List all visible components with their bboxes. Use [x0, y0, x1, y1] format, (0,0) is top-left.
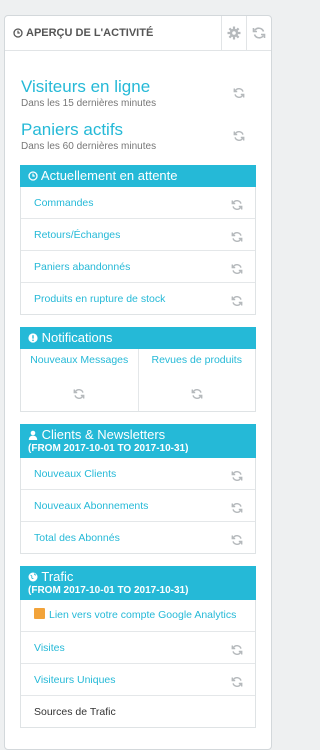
traffic-section-title: Trafic [41, 569, 74, 584]
pending-item-orders[interactable]: Commandes [21, 187, 255, 218]
notifications-section-title: Notifications [41, 330, 113, 345]
row-label: Nouveaux Clients [34, 467, 117, 480]
settings-button[interactable] [221, 16, 246, 50]
traffic-date-range: (FROM 2017-10-01 TO 2017-10-31) [28, 585, 189, 596]
pending-section-header: Actuellement en attente [20, 165, 256, 187]
row-label: Nouveaux Abonnements [34, 499, 149, 512]
refresh-icon[interactable] [191, 388, 203, 400]
row-label: Visiteurs Uniques [34, 673, 116, 686]
refresh-icon[interactable] [233, 87, 245, 99]
product-reviews-cell[interactable]: Revues de produits [137, 349, 256, 411]
refresh-icon[interactable] [231, 231, 243, 243]
clients-section-header: Clients & Newsletters (FROM 2017-10-01 T… [20, 424, 256, 458]
gear-icon [227, 26, 241, 40]
active-carts-sub: Dans les 60 dernières minutes [21, 141, 157, 152]
user-icon [28, 430, 38, 440]
pending-item-returns[interactable]: Retours/Échanges [21, 218, 255, 250]
google-analytics-link[interactable]: Lien vers votre compte Google Analytics [21, 600, 255, 631]
refresh-icon[interactable] [73, 388, 85, 400]
refresh-icon[interactable] [231, 295, 243, 307]
visits-row[interactable]: Visites [21, 631, 255, 663]
traffic-section-header: Trafic (FROM 2017-10-01 TO 2017-10-31) [20, 566, 256, 600]
cell-label: Nouveaux Messages [30, 354, 129, 366]
refresh-icon[interactable] [231, 470, 243, 482]
activity-overview-panel: APERÇU DE L'ACTIVITÉ Visiteurs en ligne … [4, 15, 272, 750]
row-label: Sources de Trafic [34, 705, 116, 718]
panel-title-text: APERÇU DE L'ACTIVITÉ [26, 27, 154, 39]
row-label: Produits en rupture de stock [34, 292, 166, 305]
new-subscriptions-row[interactable]: Nouveaux Abonnements [21, 489, 255, 521]
refresh-icon[interactable] [231, 644, 243, 656]
analytics-icon [34, 608, 45, 619]
clock-icon [13, 28, 23, 38]
new-clients-row[interactable]: Nouveaux Clients [21, 458, 255, 489]
exclamation-icon [28, 333, 38, 343]
refresh-icon[interactable] [231, 199, 243, 211]
notifications-section-header: Notifications [20, 327, 256, 349]
refresh-icon[interactable] [231, 263, 243, 275]
pending-item-abandoned-carts[interactable]: Paniers abandonnés [21, 250, 255, 282]
online-visitors-title: Visiteurs en ligne [21, 77, 151, 96]
row-label: Total des Abonnés [34, 531, 120, 544]
total-subscribers-row[interactable]: Total des Abonnés [21, 521, 255, 553]
refresh-all-button[interactable] [246, 16, 271, 50]
panel-title: APERÇU DE L'ACTIVITÉ [5, 27, 221, 39]
online-visitors-sub: Dans les 15 dernières minutes [21, 98, 157, 109]
refresh-icon [252, 27, 266, 39]
refresh-icon[interactable] [233, 130, 245, 142]
clients-list: Nouveaux Clients Nouveaux Abonnements To… [20, 458, 256, 554]
pending-item-out-of-stock[interactable]: Produits en rupture de stock [21, 282, 255, 314]
traffic-sources-row: Sources de Trafic [21, 695, 255, 727]
pending-list: Commandes Retours/Échanges Paniers aband… [20, 187, 256, 315]
unique-visitors-row[interactable]: Visiteurs Uniques [21, 663, 255, 695]
new-messages-cell[interactable]: Nouveaux Messages [21, 349, 138, 411]
traffic-list: Lien vers votre compte Google Analytics … [20, 600, 256, 728]
row-label: Lien vers votre compte Google Analytics [49, 609, 237, 621]
refresh-icon[interactable] [231, 502, 243, 514]
notifications-grid: Nouveaux Messages Revues de produits [20, 349, 256, 412]
row-label: Visites [34, 641, 65, 654]
globe-icon [28, 572, 38, 582]
clients-section-title: Clients & Newsletters [41, 427, 166, 442]
pending-section-title: Actuellement en attente [40, 168, 178, 183]
active-carts-title: Paniers actifs [21, 120, 124, 139]
active-carts-stat: Paniers actifs Dans les 60 dernières min… [5, 120, 271, 153]
refresh-icon[interactable] [231, 534, 243, 546]
clients-date-range: (FROM 2017-10-01 TO 2017-10-31) [28, 443, 189, 454]
row-label: Retours/Échanges [34, 228, 121, 241]
row-label: Paniers abandonnés [34, 260, 131, 273]
row-label: Commandes [34, 196, 94, 209]
refresh-icon[interactable] [231, 676, 243, 688]
clock-icon [28, 171, 38, 181]
panel-header: APERÇU DE L'ACTIVITÉ [5, 16, 271, 51]
cell-label: Revues de produits [151, 354, 242, 366]
online-visitors-stat: Visiteurs en ligne Dans les 15 dernières… [5, 77, 271, 110]
